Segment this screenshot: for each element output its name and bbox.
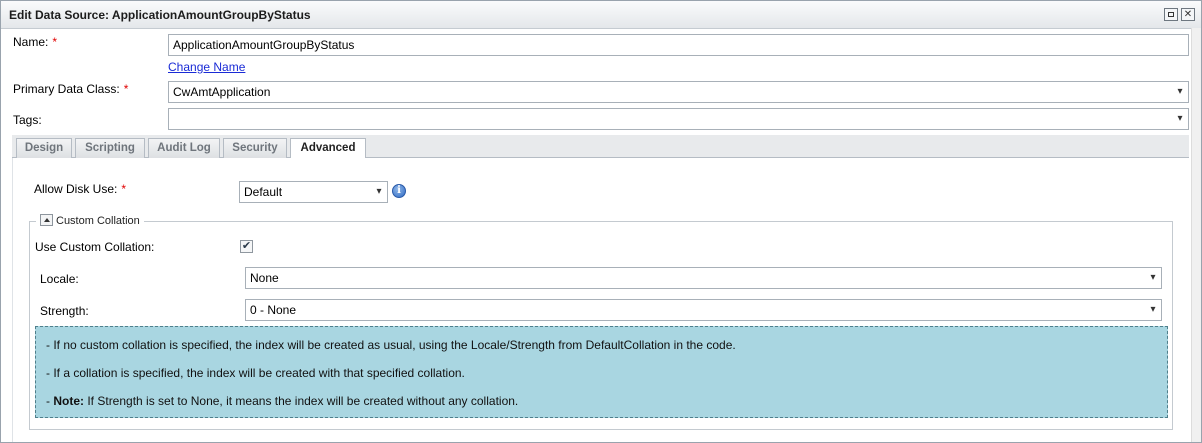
custom-collation-legend: Custom Collation	[36, 214, 144, 228]
chevron-down-icon[interactable]: ▾	[1145, 268, 1161, 288]
close-icon[interactable]: ✕	[1181, 8, 1195, 21]
tags-select[interactable]: ▾	[168, 108, 1189, 130]
strength-value: 0 - None	[250, 303, 297, 317]
name-input[interactable]: ApplicationAmountGroupByStatus	[168, 34, 1189, 56]
note-line-1: - If no custom collation is specified, t…	[46, 338, 736, 352]
tab-audit-log[interactable]: Audit Log	[148, 138, 220, 158]
chevron-down-icon[interactable]: ▾	[371, 182, 387, 202]
name-label: Name: *	[13, 35, 58, 49]
title-bar[interactable]: Edit Data Source: ApplicationAmountGroup…	[1, 1, 1201, 29]
allow-disk-use-select[interactable]: Default ▾	[239, 181, 388, 203]
required-marker: *	[52, 35, 58, 49]
use-custom-collation-checkbox[interactable]: ✔	[240, 240, 253, 253]
strength-select[interactable]: 0 - None ▾	[245, 299, 1162, 321]
chevron-down-icon[interactable]: ▾	[1172, 109, 1188, 129]
chevron-down-icon[interactable]: ▾	[1145, 300, 1161, 320]
note-line-3: - Note: If Strength is set to None, it m…	[46, 394, 519, 408]
collation-notes-box: - If no custom collation is specified, t…	[35, 326, 1168, 418]
tab-scripting[interactable]: Scripting	[75, 138, 145, 158]
locale-label: Locale:	[40, 272, 79, 286]
custom-collation-title: Custom Collation	[56, 215, 140, 227]
note-line-2: - If a collation is specified, the index…	[46, 366, 465, 380]
strength-label: Strength:	[40, 304, 89, 318]
change-name-link[interactable]: Change Name	[168, 60, 245, 74]
tab-security[interactable]: Security	[223, 138, 287, 158]
window-title: Edit Data Source: ApplicationAmountGroup…	[9, 8, 311, 22]
info-icon[interactable]: i	[392, 184, 406, 198]
primary-data-class-value: CwAmtApplication	[173, 85, 271, 99]
tab-design[interactable]: Design	[16, 138, 72, 158]
allow-disk-use-value: Default	[244, 185, 283, 199]
locale-value: None	[250, 271, 279, 285]
maximize-icon[interactable]	[1164, 8, 1178, 21]
vertical-scrollbar[interactable]	[1191, 28, 1201, 442]
chevron-down-icon[interactable]: ▾	[1172, 82, 1188, 102]
primary-data-class-select[interactable]: CwAmtApplication ▾	[168, 81, 1189, 103]
name-input-value: ApplicationAmountGroupByStatus	[173, 38, 355, 52]
allow-disk-use-label: Allow Disk Use: *	[34, 182, 127, 196]
tab-advanced[interactable]: Advanced	[290, 138, 366, 159]
collapse-icon[interactable]	[40, 214, 53, 227]
tab-bar: Design Scripting Audit Log Security Adva…	[12, 135, 1189, 159]
required-marker: *	[121, 182, 127, 196]
required-marker: *	[123, 82, 129, 96]
use-custom-collation-label: Use Custom Collation:	[35, 240, 155, 254]
primary-data-class-label: Primary Data Class: *	[13, 82, 129, 96]
locale-select[interactable]: None ▾	[245, 267, 1162, 289]
tags-label: Tags:	[13, 113, 42, 127]
